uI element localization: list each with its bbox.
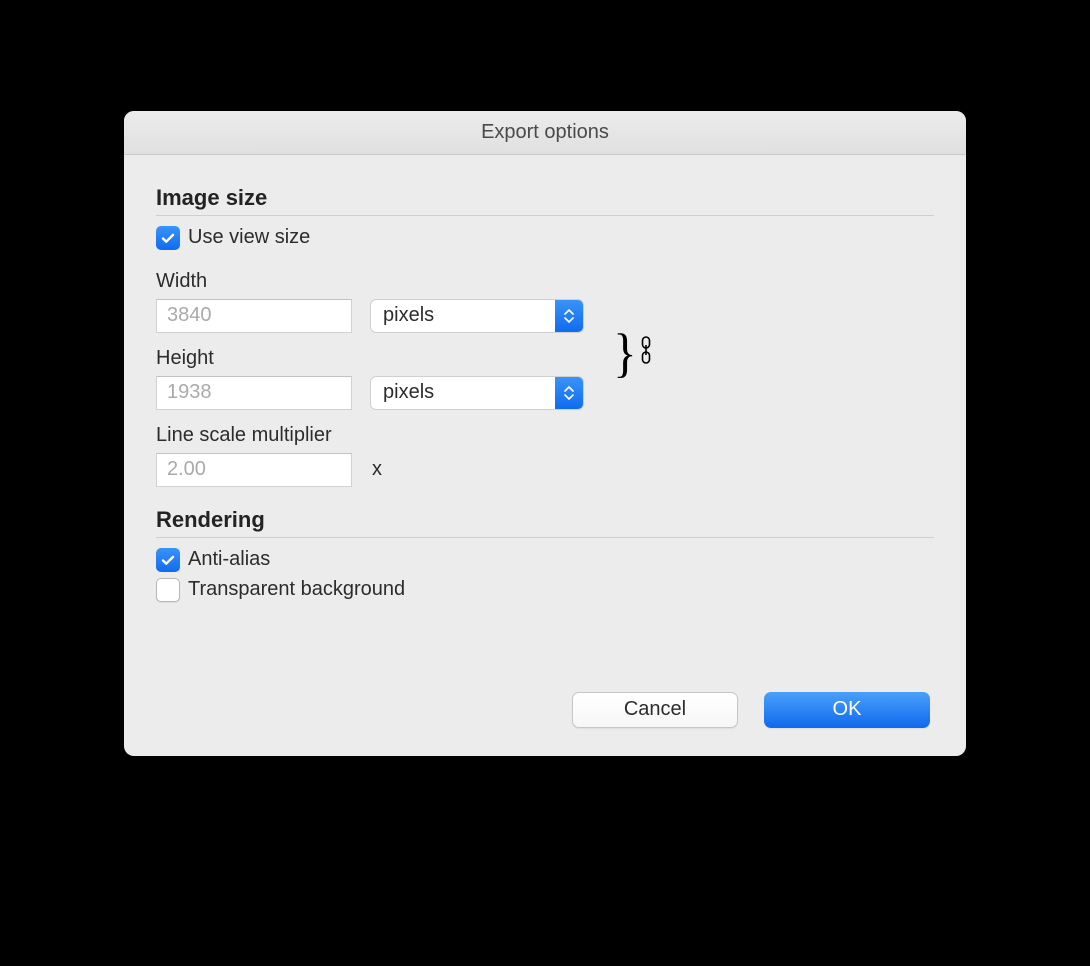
width-unit-label: pixels xyxy=(371,304,555,327)
select-stepper-icon xyxy=(555,377,583,409)
divider xyxy=(156,537,934,538)
height-controls: pixels xyxy=(156,376,584,410)
transparent-bg-label: Transparent background xyxy=(188,578,405,601)
line-scale-input[interactable] xyxy=(156,453,352,487)
width-input[interactable] xyxy=(156,299,352,333)
height-unit-label: pixels xyxy=(371,381,555,404)
height-label: Height xyxy=(156,347,584,370)
brace-icon: } xyxy=(613,326,636,380)
rendering-heading: Rendering xyxy=(156,507,934,533)
transparent-bg-row: Transparent background xyxy=(156,578,934,602)
line-scale-row: Line scale multiplier x xyxy=(156,424,934,487)
ok-button[interactable]: OK xyxy=(764,692,930,728)
dimensions-group: Width pixels Height xyxy=(156,256,934,410)
link-icon[interactable] xyxy=(640,336,652,370)
divider xyxy=(156,215,934,216)
width-row: Width pixels xyxy=(156,270,584,333)
dialog-title: Export options xyxy=(481,121,609,144)
height-unit-select[interactable]: pixels xyxy=(370,376,584,410)
height-input[interactable] xyxy=(156,376,352,410)
transparent-bg-checkbox[interactable] xyxy=(156,578,180,602)
line-scale-suffix: x xyxy=(372,458,382,481)
anti-alias-checkbox[interactable] xyxy=(156,548,180,572)
line-scale-controls: x xyxy=(156,453,934,487)
height-row: Height pixels xyxy=(156,347,584,410)
dialog-buttons: Cancel OK xyxy=(124,632,966,756)
dimensions-left: Width pixels Height xyxy=(156,256,584,410)
width-controls: pixels xyxy=(156,299,584,333)
use-view-size-label: Use view size xyxy=(188,226,310,249)
line-scale-label: Line scale multiplier xyxy=(156,424,934,447)
export-options-dialog: Export options Image size Use view size … xyxy=(124,111,966,756)
dialog-content: Image size Use view size Width pixels xyxy=(124,155,966,632)
anti-alias-row: Anti-alias xyxy=(156,548,934,572)
width-label: Width xyxy=(156,270,584,293)
use-view-size-checkbox[interactable] xyxy=(156,226,180,250)
width-unit-select[interactable]: pixels xyxy=(370,299,584,333)
checkmark-icon xyxy=(160,230,176,246)
checkmark-icon xyxy=(160,552,176,568)
dialog-titlebar: Export options xyxy=(124,111,966,155)
select-stepper-icon xyxy=(555,300,583,332)
image-size-heading: Image size xyxy=(156,185,934,211)
use-view-size-row: Use view size xyxy=(156,226,934,250)
anti-alias-label: Anti-alias xyxy=(188,548,270,571)
cancel-button[interactable]: Cancel xyxy=(572,692,738,728)
aspect-link-indicator: } xyxy=(612,296,652,410)
